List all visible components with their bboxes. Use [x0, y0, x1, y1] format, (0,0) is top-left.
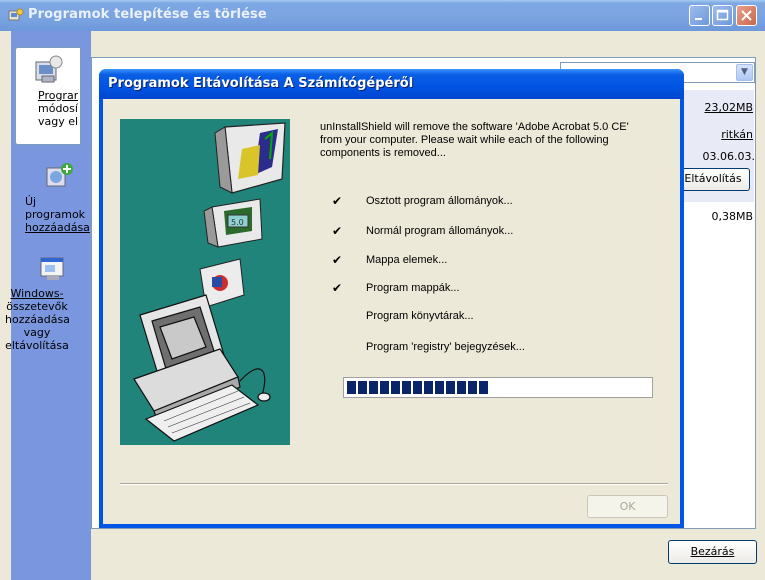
dialog-border [99, 524, 684, 528]
minimize-button[interactable] [689, 5, 710, 26]
sidebar-item-windows-components[interactable]: Windows- összetevők hozzáadása vagy eltá… [5, 252, 91, 352]
progress-block [457, 381, 466, 394]
label-line: vagy [23, 326, 51, 339]
divider [120, 483, 668, 485]
uninstall-illustration: 5.0 [120, 119, 290, 445]
chevron-down-icon[interactable]: ▼ [736, 64, 753, 81]
window-title: Programok telepítése és törlése [28, 7, 267, 22]
dialog-body: 5.0 unInstallShield will remove the soft… [103, 99, 680, 524]
window-titlebar[interactable]: Programok telepítése és törlése [0, 0, 765, 31]
program-usage[interactable]: ritkán [721, 128, 753, 141]
add-new-programs-icon [46, 163, 73, 187]
label-line: Windows- [10, 287, 64, 300]
close-window-button[interactable] [736, 5, 757, 26]
step-label: Mappa elemek... [366, 254, 448, 266]
dialog-titlebar[interactable]: Programok Eltávolítása A Számítógépéről [99, 69, 684, 99]
check-icon: ✔ [332, 194, 343, 208]
progress-block [369, 381, 378, 394]
windows-components-icon [40, 257, 64, 280]
progress-block [479, 381, 488, 394]
maximize-button[interactable] [712, 5, 733, 26]
label-line: módosítása [38, 102, 78, 115]
ok-button[interactable]: OK [587, 495, 668, 518]
progress-block [435, 381, 444, 394]
step-label: Osztott program állományok... [366, 195, 513, 207]
maximize-icon [716, 9, 729, 21]
progress-block [468, 381, 477, 394]
sidebar-item-label: Új programok hozzáadása [11, 195, 91, 234]
step-label: Program könyvtárak... [366, 310, 474, 322]
minimize-icon [695, 18, 702, 20]
check-icon: ✔ [332, 224, 343, 238]
close-button-label: Bezárás [690, 545, 735, 558]
progress-block [413, 381, 422, 394]
remove-program-button[interactable]: Eltávolítás [676, 168, 750, 191]
check-icon: ✔ [332, 253, 343, 267]
add-remove-programs-icon [8, 8, 24, 21]
label-line: Programok [38, 89, 78, 102]
progress-block [424, 381, 433, 394]
uninstall-dialog: Programok Eltávolítása A Számítógépéről … [99, 69, 684, 528]
label-line: hozzáadása [5, 313, 70, 326]
progress-block [380, 381, 389, 394]
close-icon [741, 10, 752, 21]
label-line: eltávolítása [5, 339, 69, 352]
progress-block [358, 381, 367, 394]
check-icon: ✔ [332, 281, 343, 295]
progress-fill [347, 381, 488, 394]
dialog-border [680, 99, 684, 528]
uninstall-progress-bar [343, 377, 653, 398]
label-line: hozzáadása [25, 221, 90, 234]
progress-block [391, 381, 400, 394]
dialog-title: Programok Eltávolítása A Számítógépéről [108, 76, 414, 91]
step-label: Program 'registry' bejegyzések... [366, 341, 525, 353]
program-size[interactable]: 23,02MB [704, 101, 753, 114]
progress-block [446, 381, 455, 394]
sidebar-item-label: Programok módosítása vagy eltávolítása [14, 89, 78, 128]
uninstall-message: unInstallShield will remove the software… [320, 121, 629, 159]
sidebar-item-add-new[interactable]: Új programok hozzáadása [11, 160, 91, 234]
sidebar-item-label: Windows- összetevők hozzáadása vagy eltá… [5, 287, 70, 352]
progress-block [347, 381, 356, 394]
step-label: Program mappák... [366, 282, 460, 294]
svg-text:5.0: 5.0 [231, 218, 244, 227]
program-size: 0,38MB [711, 210, 753, 223]
label-line: Új programok [25, 195, 86, 221]
sidebar-item-change-remove[interactable]: Programok módosítása vagy eltávolítása [15, 47, 81, 145]
label-line: összetevők [6, 300, 68, 313]
close-button[interactable]: Bezárás [668, 540, 757, 564]
change-remove-programs-icon [35, 55, 63, 83]
label-line: vagy eltávolítása [38, 115, 78, 128]
step-label: Normál program állományok... [366, 225, 514, 237]
progress-block [402, 381, 411, 394]
